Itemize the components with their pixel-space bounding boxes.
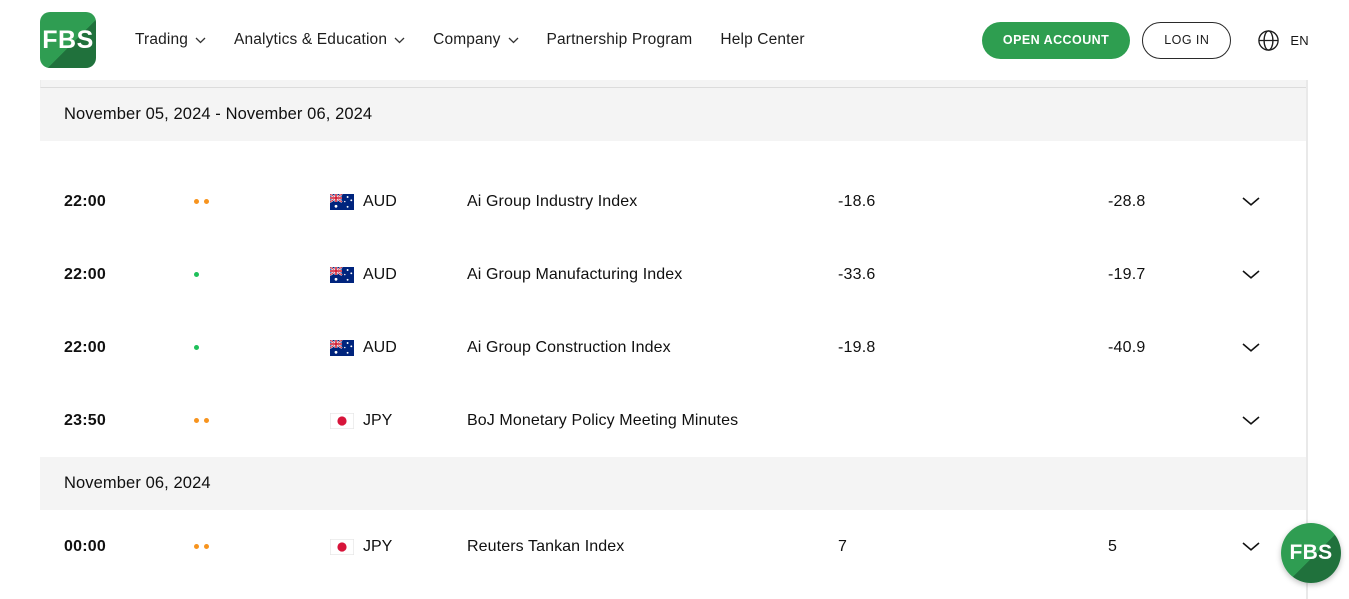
expand-row-button[interactable] <box>1220 270 1282 279</box>
nav-item-label: Trading <box>135 31 188 49</box>
chevron-down-icon <box>1242 270 1260 279</box>
chevron-down-icon <box>508 37 519 44</box>
fbs-floating-logo[interactable]: FBS <box>1281 523 1341 583</box>
event-time: 23:50 <box>64 412 164 430</box>
nav-item-trading[interactable]: Trading <box>135 31 206 49</box>
calendar-row[interactable]: 22:00 AUD Ai Group Manufacturing Index -… <box>40 238 1306 311</box>
expand-row-button[interactable] <box>1220 416 1282 425</box>
calendar-row[interactable]: 22:00 AUD Ai Group Construction Index -1… <box>40 311 1306 384</box>
expand-row-button[interactable] <box>1220 343 1282 352</box>
nav-item-company[interactable]: Company <box>433 31 518 49</box>
expand-row-button[interactable] <box>1220 542 1282 551</box>
language-code: EN <box>1290 33 1309 48</box>
currency-cell: JPY <box>330 538 467 556</box>
currency-code: JPY <box>363 538 392 556</box>
table-top-strip <box>40 80 1306 88</box>
economic-calendar-table: November 05, 2024 - November 06, 2024 22… <box>40 80 1308 599</box>
chevron-down-icon <box>1242 416 1260 425</box>
chevron-down-icon <box>195 37 206 44</box>
currency-code: JPY <box>363 412 392 430</box>
actual-value: -18.6 <box>838 193 1108 211</box>
nav-item-label: Analytics & Education <box>234 31 387 49</box>
impact-dot <box>204 418 209 423</box>
previous-value: 5 <box>1108 538 1220 556</box>
impact-dot <box>194 199 199 204</box>
previous-value: -40.9 <box>1108 339 1220 357</box>
australia-flag-icon <box>330 194 354 210</box>
event-time: 22:00 <box>64 193 164 211</box>
currency-cell: AUD <box>330 339 467 357</box>
nav-item-label: Company <box>433 31 500 49</box>
actual-value: 7 <box>838 538 1108 556</box>
calendar-row[interactable]: 23:50 JPY BoJ Monetary Policy Meeting Mi… <box>40 384 1306 457</box>
chevron-down-icon <box>394 37 405 44</box>
currency-cell: JPY <box>330 412 467 430</box>
impact-dot <box>204 544 209 549</box>
nav-item-label: Help Center <box>720 31 804 49</box>
calendar-row[interactable]: 22:00 AUD Ai Group Industry Index -18.6 … <box>40 165 1306 238</box>
actual-value: -19.8 <box>838 339 1108 357</box>
impact-indicator <box>164 345 330 350</box>
top-navigation-bar: FBS Trading Analytics & Education Compan… <box>0 0 1349 80</box>
topbar-actions: OPEN ACCOUNT LOG IN EN <box>982 22 1309 59</box>
currency-cell: AUD <box>330 266 467 284</box>
australia-flag-icon <box>330 267 354 283</box>
fbs-floating-logo-text: FBS <box>1290 541 1333 565</box>
fbs-logo-text: FBS <box>42 26 94 55</box>
australia-flag-icon <box>330 340 354 356</box>
impact-indicator <box>164 272 330 277</box>
nav-item-label: Partnership Program <box>547 31 693 49</box>
event-time: 22:00 <box>64 339 164 357</box>
event-time: 00:00 <box>64 538 164 556</box>
event-time: 22:00 <box>64 266 164 284</box>
date-range-header: November 05, 2024 - November 06, 2024 <box>40 88 1306 141</box>
event-name: Reuters Tankan Index <box>467 538 838 556</box>
event-name: Ai Group Manufacturing Index <box>467 266 838 284</box>
currency-code: AUD <box>363 339 397 357</box>
chevron-down-icon <box>1242 542 1260 551</box>
previous-value: -19.7 <box>1108 266 1220 284</box>
date-range-label: November 05, 2024 - November 06, 2024 <box>64 105 372 124</box>
impact-dot <box>204 199 209 204</box>
nav-item-analytics-education[interactable]: Analytics & Education <box>234 31 405 49</box>
event-name: Ai Group Industry Index <box>467 193 838 211</box>
date-header: November 06, 2024 <box>40 457 1306 510</box>
chevron-down-icon <box>1242 197 1260 206</box>
currency-code: AUD <box>363 266 397 284</box>
japan-flag-icon <box>330 539 354 555</box>
currency-code: AUD <box>363 193 397 211</box>
globe-icon <box>1257 29 1280 52</box>
impact-indicator <box>164 544 330 549</box>
impact-indicator <box>164 199 330 204</box>
login-button[interactable]: LOG IN <box>1142 22 1231 59</box>
chevron-down-icon <box>1242 343 1260 352</box>
impact-dot <box>194 544 199 549</box>
event-name: BoJ Monetary Policy Meeting Minutes <box>467 412 838 430</box>
japan-flag-icon <box>330 413 354 429</box>
open-account-button[interactable]: OPEN ACCOUNT <box>982 22 1130 59</box>
main-nav: Trading Analytics & Education Company Pa… <box>135 31 805 49</box>
impact-dot <box>194 272 199 277</box>
fbs-logo[interactable]: FBS <box>40 12 96 68</box>
expand-row-button[interactable] <box>1220 197 1282 206</box>
nav-item-partnership-program[interactable]: Partnership Program <box>547 31 693 49</box>
calendar-row[interactable]: 00:00 JPY Reuters Tankan Index 7 5 <box>40 510 1306 583</box>
previous-value: -28.8 <box>1108 193 1220 211</box>
language-selector[interactable]: EN <box>1257 29 1309 52</box>
date-label: November 06, 2024 <box>64 474 211 493</box>
impact-dot <box>194 345 199 350</box>
nav-item-help-center[interactable]: Help Center <box>720 31 804 49</box>
impact-dot <box>194 418 199 423</box>
currency-cell: AUD <box>330 193 467 211</box>
impact-indicator <box>164 418 330 423</box>
rows-spacer <box>40 141 1306 165</box>
actual-value: -33.6 <box>838 266 1108 284</box>
event-name: Ai Group Construction Index <box>467 339 838 357</box>
